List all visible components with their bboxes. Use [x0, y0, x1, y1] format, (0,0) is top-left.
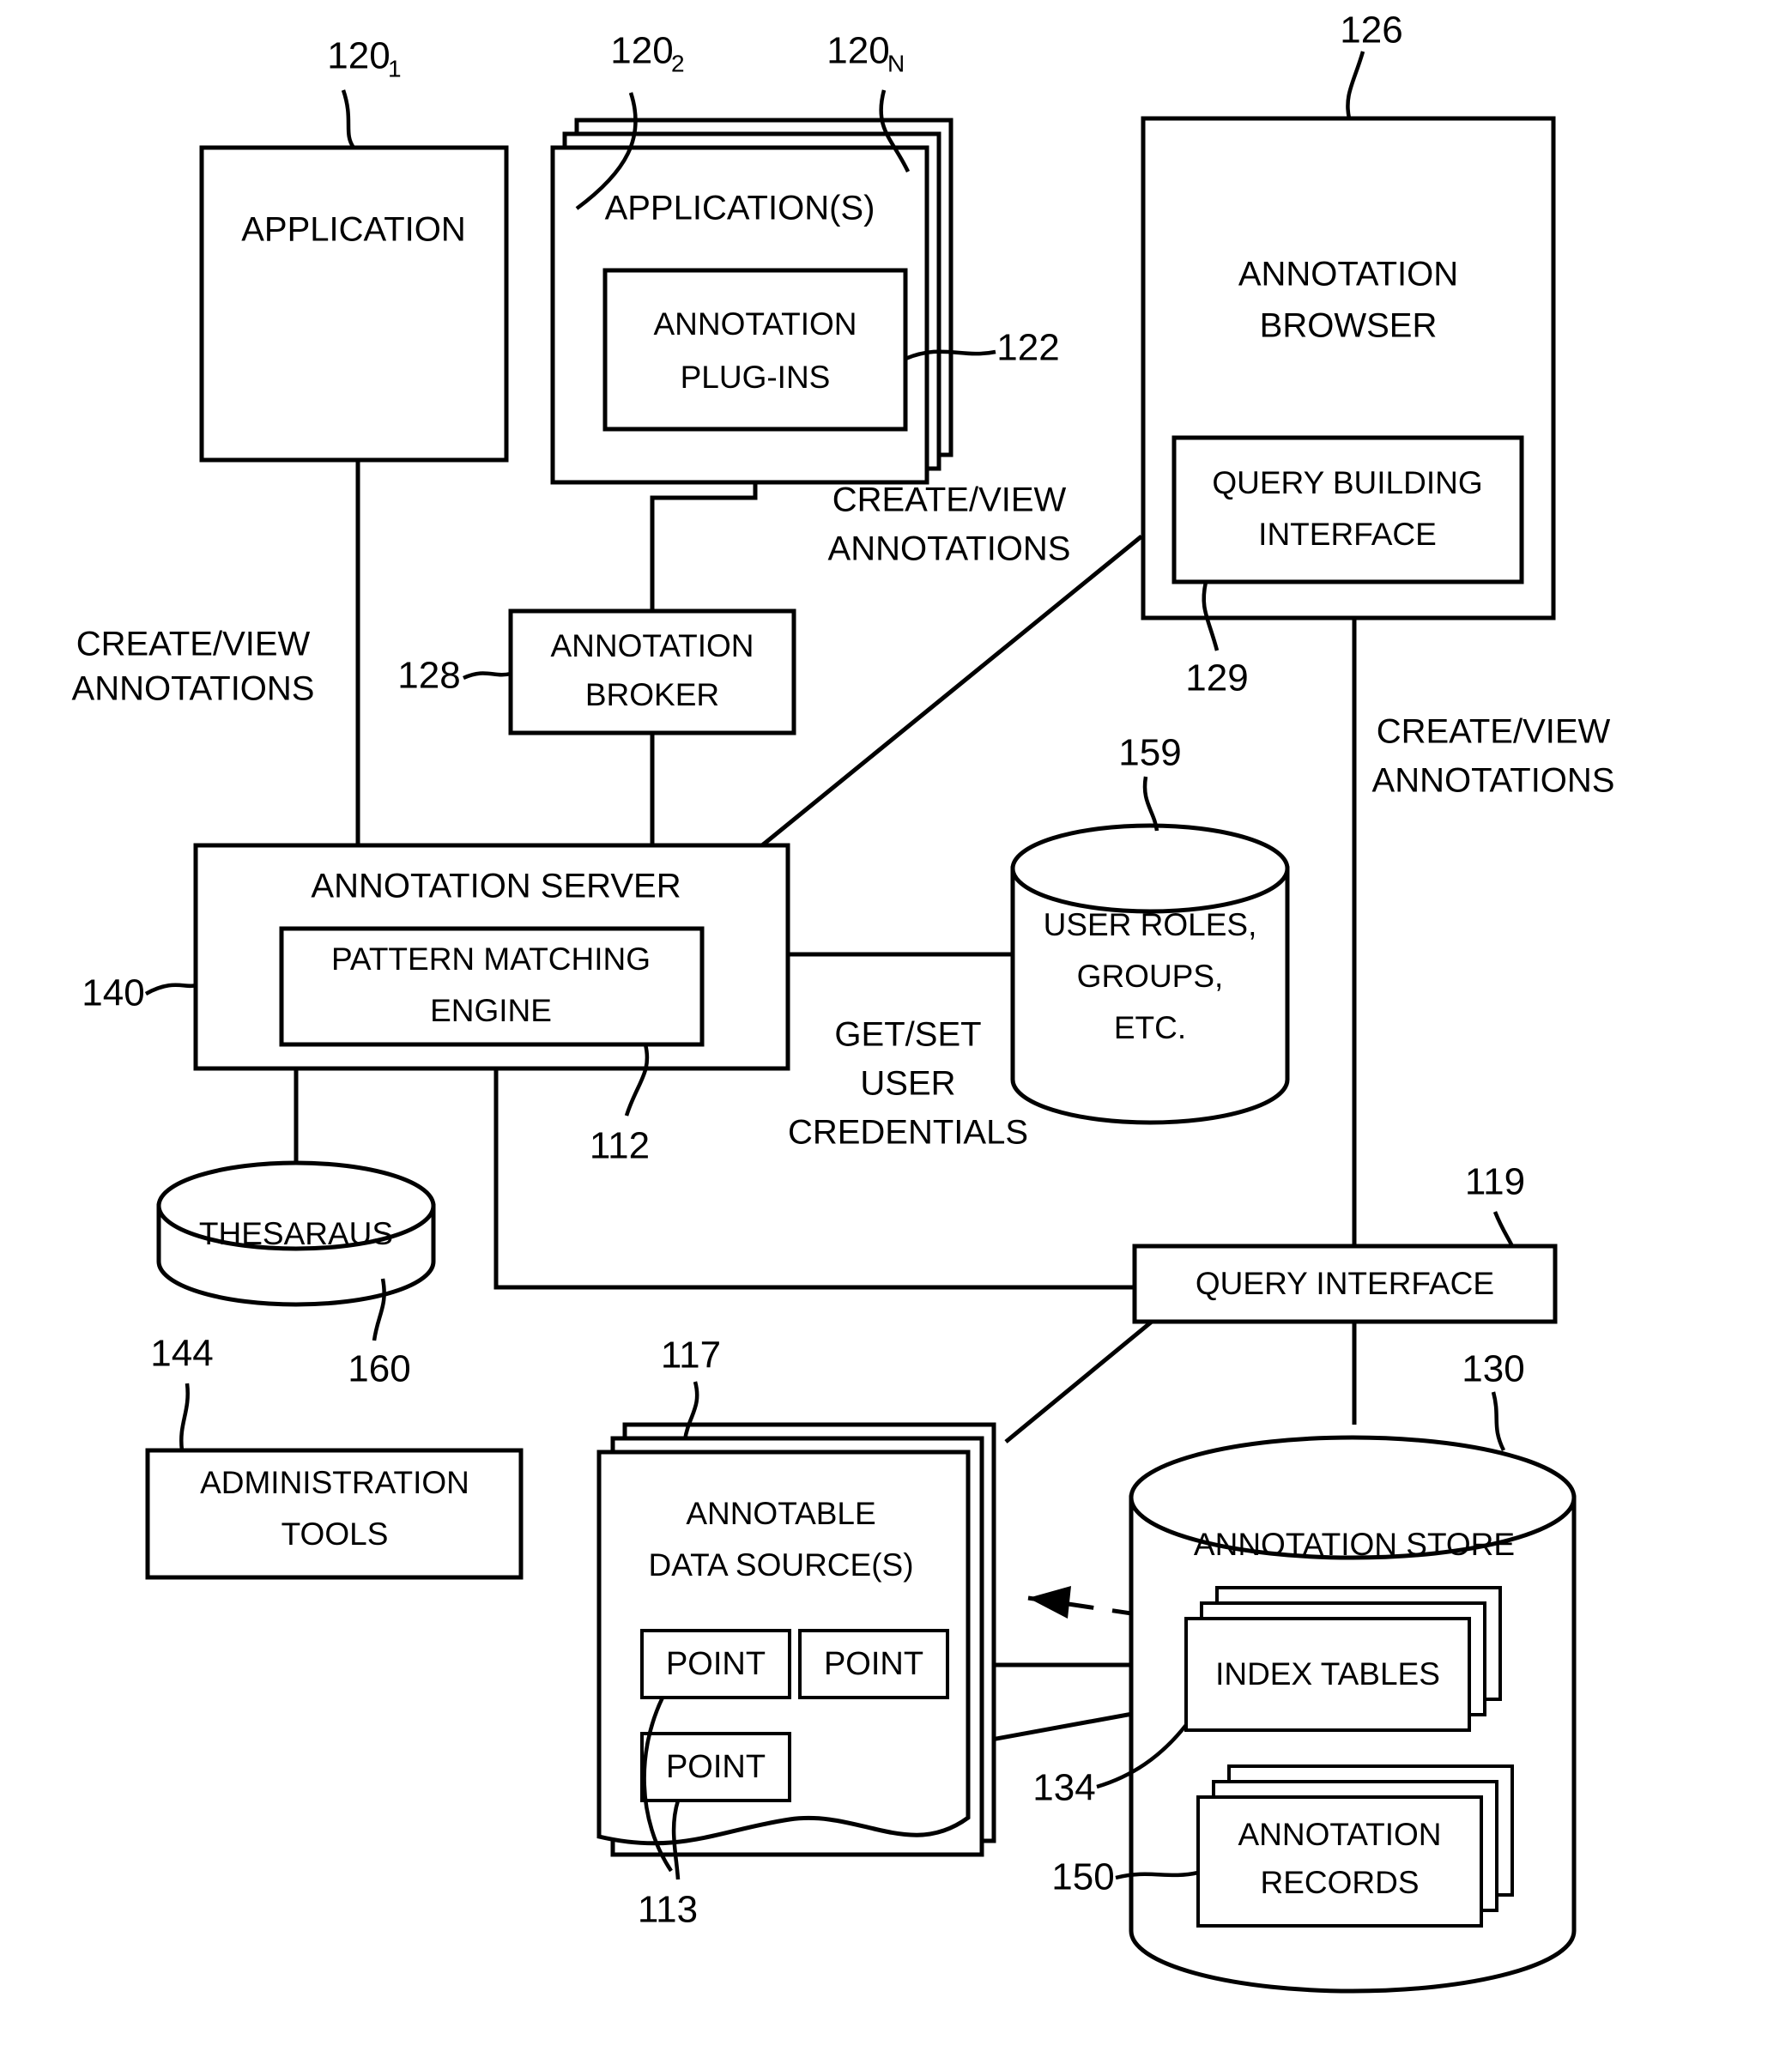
flow-label-middle-line1: CREATE/VIEW	[832, 481, 1067, 519]
ref-120-2: 120	[610, 30, 673, 72]
administration-tools-label-line1: ADMINISTRATION	[200, 1465, 469, 1500]
applications-label: APPLICATION(S)	[605, 190, 875, 227]
flow-label-credentials-line1: GET/SET	[834, 1016, 981, 1054]
ref-144: 144	[150, 1333, 213, 1375]
ref-120-1: 120	[327, 35, 390, 77]
annotable-data-sources-label-line2: DATA SOURCE(S)	[648, 1547, 913, 1583]
annotation-broker-label-line1: ANNOTATION	[550, 628, 754, 663]
query-building-interface-box[interactable]	[1171, 435, 1524, 584]
thesaraus-label: THESARAUS	[199, 1216, 393, 1251]
flow-label-middle-line2: ANNOTATIONS	[828, 530, 1071, 568]
leader-130	[1491, 1391, 1506, 1452]
user-roles-label-line1: USER ROLES,	[1044, 907, 1257, 942]
flow-label-left-line2: ANNOTATIONS	[72, 670, 315, 708]
ref-140: 140	[82, 972, 144, 1014]
query-building-interface-label-line2: INTERFACE	[1258, 517, 1437, 552]
pattern-matching-engine-label-line1: PATTERN MATCHING	[331, 941, 651, 977]
point-label-1: POINT	[666, 1646, 766, 1682]
leader-159	[1142, 776, 1159, 832]
annotation-plugins-label-line2: PLUG-INS	[681, 360, 831, 395]
annotation-plugins-box[interactable]	[602, 268, 908, 432]
annotation-records-label-line2: RECORDS	[1260, 1865, 1419, 1900]
ref-122: 122	[996, 327, 1059, 369]
connector-qbi-to-server	[760, 535, 1143, 847]
annotation-browser-label-line2: BROWSER	[1260, 307, 1438, 345]
application-box[interactable]	[199, 145, 509, 463]
point-label-3: POINT	[666, 1749, 766, 1785]
flow-label-credentials-line2: USER	[860, 1065, 955, 1103]
ref-150: 150	[1051, 1856, 1114, 1898]
leader-128	[463, 671, 512, 681]
annotable-data-sources-label-line1: ANNOTABLE	[686, 1496, 875, 1531]
user-roles-label-line2: GROUPS,	[1077, 959, 1224, 994]
user-roles-label-line3: ETC.	[1114, 1010, 1186, 1045]
flow-label-right-line1: CREATE/VIEW	[1377, 713, 1611, 751]
query-building-interface-label-line1: QUERY BUILDING	[1212, 465, 1482, 500]
ref-119: 119	[1465, 1161, 1525, 1203]
ref-120-n: 120	[826, 30, 889, 72]
pattern-matching-engine-label-line2: ENGINE	[430, 993, 552, 1028]
system-block-diagram: APPLICATION APPLICATION(S) ANNOTATION PL…	[72, 9, 1615, 1994]
ref-126: 126	[1340, 9, 1402, 51]
annotation-plugins-label-line1: ANNOTATION	[653, 306, 857, 342]
ref-128: 128	[397, 655, 460, 697]
annotation-store-label: ANNOTATION STORE	[1194, 1527, 1515, 1562]
ref-159: 159	[1118, 732, 1181, 774]
application-label: APPLICATION	[241, 211, 466, 249]
annotation-broker-label-line2: BROKER	[585, 677, 719, 712]
annotation-records-label-line1: ANNOTATION	[1238, 1817, 1441, 1852]
ref-112: 112	[590, 1125, 650, 1167]
ref-120-1-sub: 1	[388, 55, 402, 82]
leader-144	[179, 1383, 190, 1451]
leader-120-1	[341, 89, 355, 149]
leader-126	[1346, 51, 1365, 119]
ref-113: 113	[638, 1889, 698, 1931]
annotation-browser-label-line1: ANNOTATION	[1238, 256, 1458, 294]
ref-134: 134	[1032, 1767, 1095, 1809]
ref-129: 129	[1185, 657, 1248, 699]
query-interface-label: QUERY INTERFACE	[1196, 1266, 1494, 1301]
leader-140	[144, 983, 197, 996]
index-tables-label: INDEX TABLES	[1215, 1656, 1440, 1692]
ref-117: 117	[661, 1335, 721, 1377]
leader-119	[1492, 1211, 1515, 1248]
flow-label-credentials-line3: CREDENTIALS	[788, 1114, 1028, 1152]
flow-label-left-line1: CREATE/VIEW	[76, 626, 311, 663]
ref-160: 160	[348, 1348, 410, 1390]
ref-120-2-sub: 2	[671, 50, 685, 76]
arrowhead-dashed	[1028, 1586, 1071, 1619]
administration-tools-label-line2: TOOLS	[282, 1516, 389, 1552]
annotation-server-label: ANNOTATION SERVER	[311, 868, 681, 905]
ref-130: 130	[1462, 1348, 1524, 1390]
connector-query-interface-to-data-sources	[1004, 1320, 1153, 1444]
point-label-2: POINT	[824, 1646, 923, 1682]
flow-label-right-line2: ANNOTATIONS	[1372, 762, 1615, 800]
ref-120-n-sub: N	[887, 50, 905, 76]
